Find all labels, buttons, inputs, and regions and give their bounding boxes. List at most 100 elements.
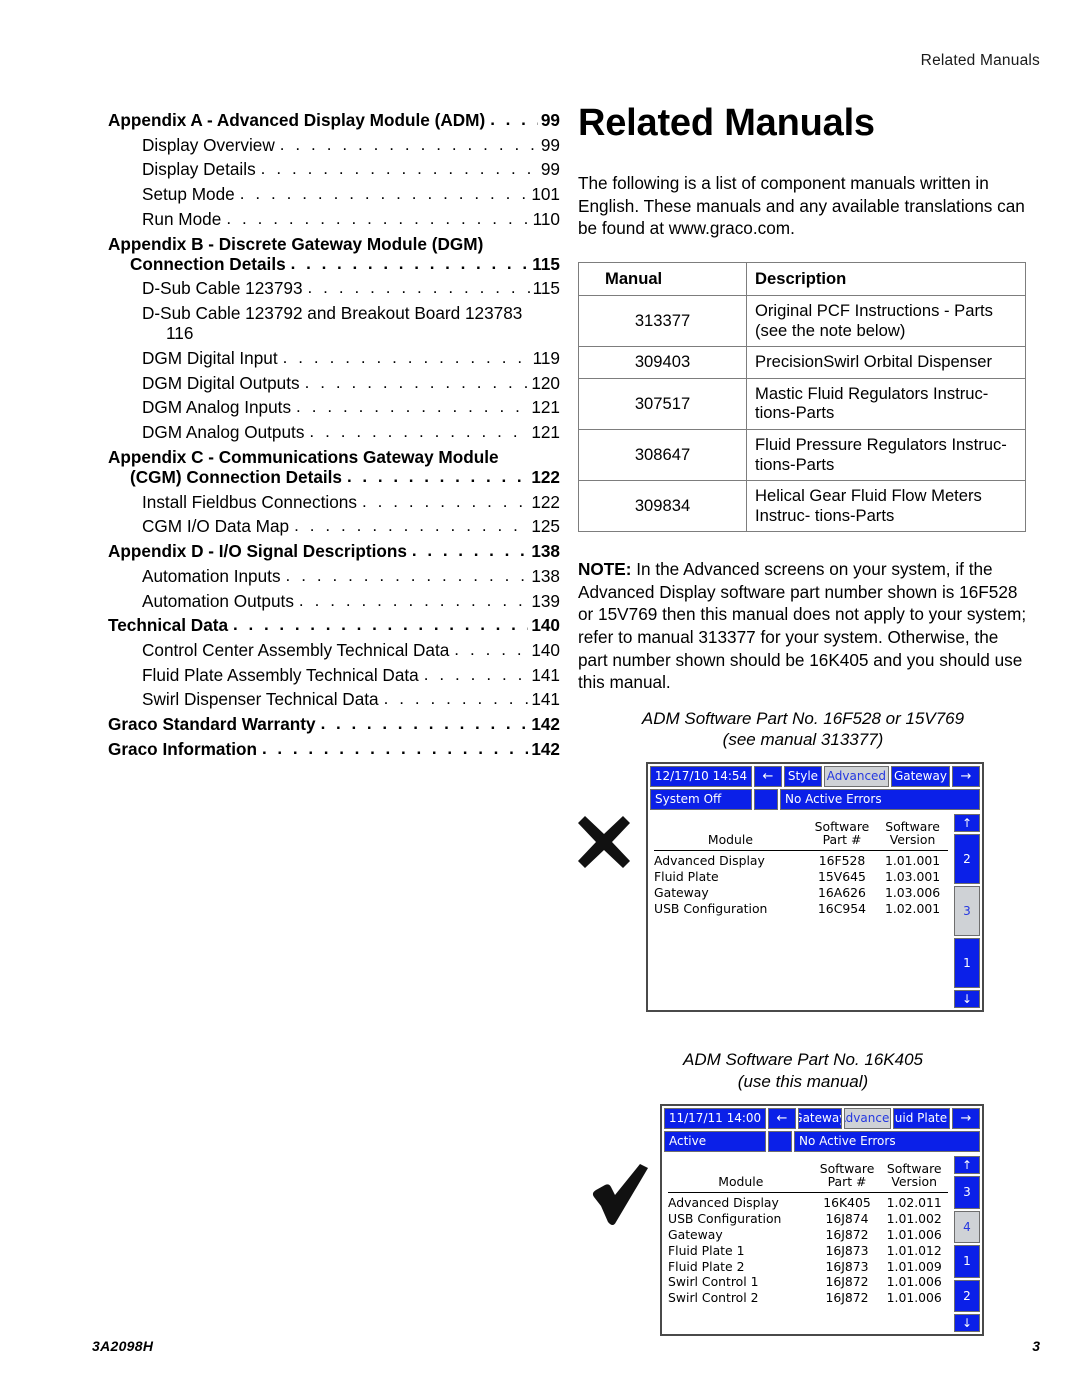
adm-soft-key-2[interactable]: 2 bbox=[954, 834, 980, 885]
toc-entry[interactable]: Connection Details. . . . . . . . . . . … bbox=[92, 255, 560, 273]
adm-soft-key-1[interactable]: 1 bbox=[954, 1245, 980, 1278]
caption-1-line-2: (see manual 313377) bbox=[722, 729, 884, 749]
adm-scroll-up-icon[interactable]: ↑ bbox=[954, 814, 980, 833]
toc-entry-label: D-Sub Cable 123793 bbox=[142, 278, 303, 299]
adm-column-header-part: Software Part # bbox=[806, 820, 878, 852]
adm-right-arrow-icon[interactable]: → bbox=[952, 1108, 980, 1130]
adm-top-bar: 12/17/10 14:54 ← Style Advanced Gateway → bbox=[648, 764, 982, 788]
adm-status-spacer bbox=[754, 789, 778, 811]
adm-screen-old[interactable]: 12/17/10 14:54 ← Style Advanced Gateway → Syst… bbox=[646, 762, 984, 1013]
adm-left-arrow-icon[interactable]: ← bbox=[768, 1108, 796, 1130]
adm-error-status: No Active Errors bbox=[780, 789, 980, 811]
toc-entry[interactable]: DGM Digital Outputs. . . . . . . . . . .… bbox=[92, 372, 560, 393]
adm-soft-key-3[interactable]: 3 bbox=[954, 886, 980, 937]
adm-right-arrow-icon[interactable]: → bbox=[952, 766, 980, 788]
adm-screen-new[interactable]: 11/17/11 14:00←GatewayAdvancedFluid Plat… bbox=[660, 1104, 984, 1337]
toc-entry-page-row[interactable]: 116 bbox=[92, 325, 560, 342]
toc-page-number: 125 bbox=[531, 516, 560, 537]
toc-page-number: 110 bbox=[532, 208, 560, 229]
manual-description-cell: PrecisionSwirl Orbital Dispenser bbox=[746, 346, 1026, 379]
toc-entry[interactable]: D-Sub Cable 123792 and Breakout Board 12… bbox=[92, 303, 560, 324]
toc-entry[interactable]: Appendix C - Communications Gateway Modu… bbox=[92, 448, 560, 466]
toc-leader: . . . . . . . . . . . . . . . . . . . . … bbox=[361, 492, 528, 510]
related-manuals-table: Manual Description 313377 Original PCF In… bbox=[578, 261, 1026, 533]
toc-entry-label: Graco Information bbox=[108, 738, 257, 759]
toc-entry[interactable]: Control Center Assembly Technical Data. … bbox=[92, 639, 560, 660]
adm-soft-key-2[interactable]: 2 bbox=[954, 1279, 980, 1313]
toc-leader: . . . . . . . . . . . . . . . . . . . . … bbox=[346, 468, 528, 486]
adm-tab-advanced[interactable]: Advanced bbox=[843, 1108, 892, 1130]
toc-entry-label: Swirl Dispenser Technical Data bbox=[142, 689, 379, 710]
toc-entry[interactable]: Swirl Dispenser Technical Data. . . . . … bbox=[92, 689, 560, 710]
toc-leader: . . . . . . . . . . . . . . . . . . . . … bbox=[226, 209, 529, 227]
toc-entry-label: D-Sub Cable 123792 and Breakout Board 12… bbox=[142, 303, 523, 324]
toc-entry[interactable]: DGM Analog Outputs. . . . . . . . . . . … bbox=[92, 423, 560, 441]
toc-entry[interactable]: DGM Analog Inputs. . . . . . . . . . . .… bbox=[92, 397, 560, 418]
toc-entry-label: DGM Digital Outputs bbox=[142, 372, 300, 393]
toc-entry[interactable]: CGM I/O Data Map. . . . . . . . . . . . … bbox=[92, 516, 560, 537]
toc-entry[interactable]: (CGM) Connection Details. . . . . . . . … bbox=[92, 468, 560, 486]
adm-software-part: 16C954 bbox=[817, 900, 866, 916]
adm-scroll-down-icon[interactable]: ↓ bbox=[954, 1314, 980, 1333]
adm-table-header-row: Module Software Part # Software Version bbox=[654, 820, 948, 852]
adm-tab-gateway[interactable]: Gateway bbox=[890, 766, 950, 788]
adm-column-header-version: Software Version bbox=[880, 1162, 948, 1193]
caption-2-line-1: ADM Software Part No. 16K405 bbox=[682, 1050, 923, 1070]
toc-page-number: 140 bbox=[531, 615, 560, 636]
toc-entry[interactable]: DGM Digital Input. . . . . . . . . . . .… bbox=[92, 349, 560, 367]
adm-software-part: 16J872 bbox=[825, 1274, 869, 1290]
toc-entry[interactable]: Fluid Plate Assembly Technical Data. . .… bbox=[92, 666, 560, 684]
toc-entry[interactable]: Automation Outputs. . . . . . . . . . . … bbox=[92, 592, 560, 610]
toc-entry-label: Graco Standard Warranty bbox=[108, 714, 316, 735]
toc-entry-label: Setup Mode bbox=[142, 184, 235, 205]
toc-entry-label: DGM Analog Inputs bbox=[142, 397, 292, 418]
toc-entry[interactable]: Graco Information. . . . . . . . . . . .… bbox=[92, 738, 560, 759]
toc-entry-label: Appendix D - I/O Signal Descriptions bbox=[108, 541, 407, 562]
adm-tab-advanced[interactable]: Advanced bbox=[823, 766, 889, 788]
toc-entry[interactable]: Install Fieldbus Connections. . . . . . … bbox=[92, 492, 560, 511]
document-page: Related Manuals Appendix A - Advanced Di… bbox=[0, 0, 1080, 1397]
adm-tab-style[interactable]: Style bbox=[784, 766, 822, 788]
toc-entry[interactable]: Appendix A - Advanced Display Module (AD… bbox=[92, 111, 560, 129]
adm-module-name: Fluid Plate 2 bbox=[668, 1258, 745, 1274]
adm-soft-key-4[interactable]: 4 bbox=[954, 1210, 980, 1244]
toc-leader: . . . . . . . . . . . . . . . . . . . . … bbox=[411, 542, 528, 560]
adm-tab-fluid-plate-1[interactable]: Fluid Plate 1 bbox=[893, 1108, 950, 1130]
toc-leader: . . . . . . . . . . . . . . . . . . . . … bbox=[383, 690, 529, 708]
table-row: 307517 Mastic Fluid Regulators Instruc- t… bbox=[578, 377, 1026, 431]
toc-entry[interactable]: Display Overview. . . . . . . . . . . . … bbox=[92, 136, 560, 154]
adm-table-row: USB Configuration 16C954 1.02.001 bbox=[654, 901, 948, 917]
footer-page-number: 3 bbox=[1032, 1338, 1040, 1354]
adm-scroll-up-icon[interactable]: ↑ bbox=[954, 1156, 980, 1175]
toc-entry[interactable]: Run Mode. . . . . . . . . . . . . . . . … bbox=[92, 208, 560, 229]
toc-page-number: 140 bbox=[531, 639, 560, 660]
column-header-description: Description bbox=[746, 261, 1026, 297]
adm-software-version: 1.01.006 bbox=[886, 1274, 942, 1290]
adm-left-arrow-icon[interactable]: ← bbox=[754, 766, 782, 788]
toc-entry[interactable]: Display Details. . . . . . . . . . . . .… bbox=[92, 160, 560, 178]
adm-module-name: Gateway bbox=[654, 884, 709, 900]
toc-entry[interactable]: Technical Data. . . . . . . . . . . . . … bbox=[92, 615, 560, 636]
toc-leader: . . . . . . . . . . . . . . . . . . . . … bbox=[261, 739, 528, 757]
adm-soft-key-3[interactable]: 3 bbox=[954, 1176, 980, 1209]
caption-1-line-1: ADM Software Part No. 16F528 or 15V769 bbox=[641, 708, 965, 728]
adm-software-version: 1.01.006 bbox=[886, 1290, 942, 1306]
toc-entry[interactable]: Appendix D - I/O Signal Descriptions. . … bbox=[92, 541, 560, 562]
adm-tab-gateway[interactable]: Gateway bbox=[798, 1108, 842, 1130]
toc-entry[interactable]: Automation Inputs. . . . . . . . . . . .… bbox=[92, 567, 560, 585]
toc-entry[interactable]: Setup Mode. . . . . . . . . . . . . . . … bbox=[92, 184, 560, 205]
toc-leader: . . . . . . . . . . . . . . . . . . . . … bbox=[233, 616, 528, 634]
toc-entry[interactable]: Graco Standard Warranty. . . . . . . . .… bbox=[92, 714, 560, 735]
manual-number-cell: 307517 bbox=[578, 377, 747, 431]
adm-soft-key-1[interactable]: 1 bbox=[954, 938, 980, 989]
adm-table-row: Swirl Control 1 16J872 1.01.006 bbox=[668, 1274, 948, 1290]
adm-error-status: No Active Errors bbox=[794, 1131, 980, 1153]
adm-scroll-down-icon[interactable]: ↓ bbox=[954, 990, 980, 1009]
toc-entry[interactable]: D-Sub Cable 123793. . . . . . . . . . . … bbox=[92, 278, 560, 299]
adm-status-bar: Active No Active Errors bbox=[662, 1129, 982, 1154]
toc-entry[interactable]: Appendix B - Discrete Gateway Module (DG… bbox=[92, 235, 560, 253]
adm-table-row: Fluid Plate 1 16J873 1.01.012 bbox=[668, 1243, 948, 1259]
main-content: Related Manuals The following is a list … bbox=[578, 104, 1028, 1349]
adm-module-name: Fluid Plate 1 bbox=[668, 1242, 745, 1258]
toc-leader: . . . . . . . . . . . . . . . . . . . . … bbox=[490, 111, 538, 128]
